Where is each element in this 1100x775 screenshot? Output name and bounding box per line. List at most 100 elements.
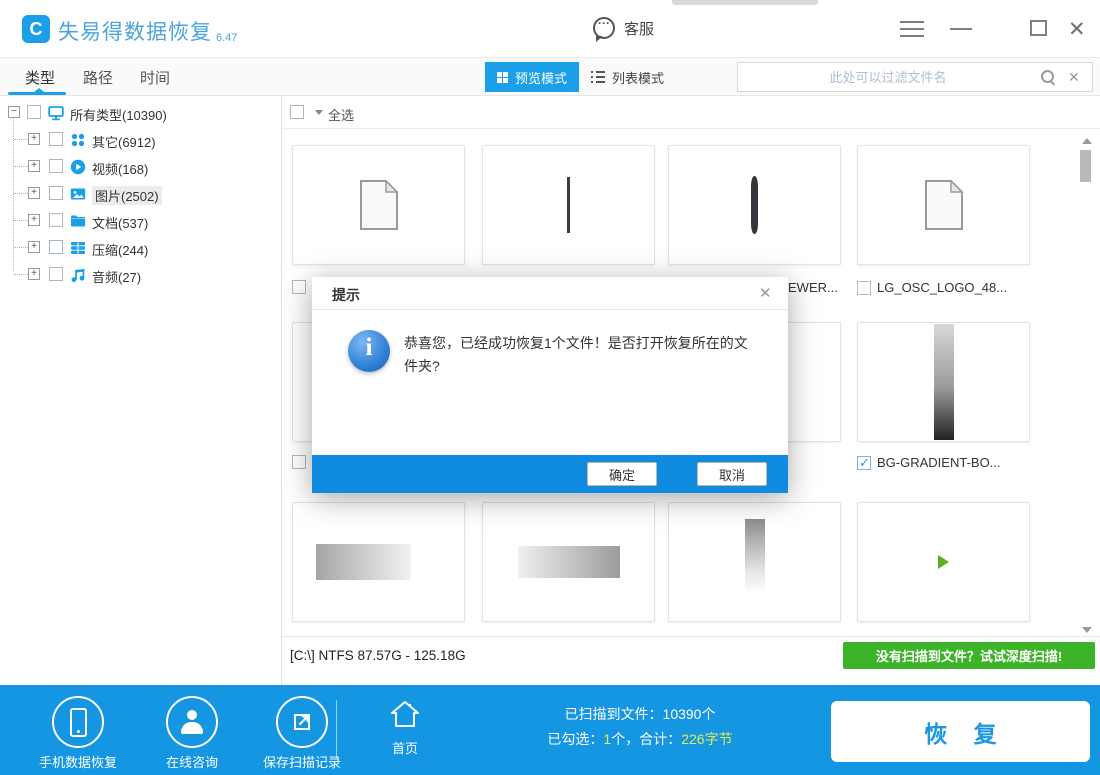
info-icon bbox=[348, 330, 390, 372]
app-version: 6.47 bbox=[216, 32, 237, 46]
select-all-label[interactable]: 全选 bbox=[328, 105, 354, 124]
gradient-bar-thumbnail bbox=[316, 544, 411, 580]
maximize-icon[interactable] bbox=[1030, 20, 1047, 36]
list-view-icon bbox=[591, 71, 605, 83]
search-input[interactable] bbox=[748, 70, 1028, 85]
active-tab-indicator bbox=[8, 92, 66, 95]
checkbox[interactable] bbox=[49, 132, 63, 146]
minimize-icon[interactable] bbox=[950, 28, 972, 30]
file-thumbnail[interactable] bbox=[482, 145, 655, 265]
save-scan-record-button[interactable]: 保存扫描记录 bbox=[246, 696, 358, 771]
tree-item-label[interactable]: 所有类型(10390) bbox=[70, 105, 167, 124]
tree-item-label[interactable]: 其它(6912) bbox=[92, 132, 156, 151]
expand-icon[interactable]: + bbox=[28, 241, 40, 253]
ok-button[interactable]: 确定 bbox=[587, 462, 657, 486]
tree-connector-stub bbox=[14, 139, 28, 140]
file-thumbnail[interactable] bbox=[292, 145, 465, 265]
customer-service-button[interactable]: 客服 bbox=[593, 17, 654, 39]
checkbox[interactable] bbox=[49, 213, 63, 227]
file-thumbnail[interactable] bbox=[482, 502, 655, 622]
file-name[interactable]: BG-GRADIENT-BO... bbox=[877, 455, 1001, 470]
tree-item-all-types[interactable]: − 所有类型(10390) bbox=[0, 102, 281, 124]
scan-stats: 已扫描到文件：10390个 已勾选：1个，合计：226字节 bbox=[532, 702, 748, 752]
list-mode-button[interactable]: 列表模式 bbox=[591, 62, 664, 92]
select-all-checkbox[interactable] bbox=[290, 105, 304, 119]
file-thumbnail[interactable] bbox=[668, 502, 841, 622]
dialog-close-icon[interactable] bbox=[759, 284, 775, 302]
tree-item-archive[interactable]: + 压缩(244) bbox=[0, 237, 281, 259]
tree-item-label[interactable]: 图片(2502) bbox=[92, 186, 162, 205]
file-name-row bbox=[292, 455, 306, 469]
file-name-row: BG-GRADIENT-BO... bbox=[857, 455, 1001, 470]
expand-icon[interactable]: + bbox=[28, 160, 40, 172]
file-thumbnail[interactable] bbox=[857, 322, 1030, 442]
thumbnail-bar bbox=[751, 176, 758, 234]
tree-item-label[interactable]: 音频(27) bbox=[92, 267, 141, 286]
tree-item-video[interactable]: + 视频(168) bbox=[0, 156, 281, 178]
file-thumbnail[interactable] bbox=[857, 145, 1030, 265]
menu-icon[interactable] bbox=[900, 21, 924, 37]
tree-item-document[interactable]: + 文档(537) bbox=[0, 210, 281, 232]
tree-item-image[interactable]: + 图片(2502) bbox=[0, 183, 281, 205]
divider bbox=[282, 636, 1100, 637]
expand-icon[interactable]: + bbox=[28, 214, 40, 226]
tree-item-other[interactable]: + 其它(6912) bbox=[0, 129, 281, 151]
scrollbar-up-icon[interactable] bbox=[1082, 138, 1092, 144]
file-checkbox[interactable] bbox=[857, 281, 871, 295]
file-name[interactable]: LG_OSC_LOGO_48... bbox=[877, 280, 1007, 295]
online-consult-button[interactable]: 在线咨询 bbox=[136, 696, 248, 771]
file-checkbox[interactable] bbox=[292, 280, 306, 294]
file-checkbox[interactable] bbox=[292, 455, 306, 469]
tab-type[interactable]: 类型 bbox=[25, 67, 55, 88]
app-title: 失易得数据恢复 bbox=[58, 16, 212, 46]
grid-view-icon bbox=[497, 72, 508, 83]
tree-item-label[interactable]: 视频(168) bbox=[92, 159, 148, 178]
tree-item-audio[interactable]: + 音频(27) bbox=[0, 264, 281, 286]
checkbox[interactable] bbox=[49, 240, 63, 254]
expand-icon[interactable]: + bbox=[28, 268, 40, 280]
tab-path[interactable]: 路径 bbox=[83, 67, 113, 88]
close-icon[interactable] bbox=[1068, 17, 1092, 39]
file-thumbnail[interactable] bbox=[857, 502, 1030, 622]
document-icon bbox=[359, 179, 399, 231]
file-name-partial[interactable]: EWER... bbox=[788, 280, 838, 295]
recover-button[interactable]: 恢 复 bbox=[831, 701, 1090, 762]
expand-icon[interactable]: + bbox=[28, 133, 40, 145]
tree-connector-stub bbox=[14, 274, 28, 275]
file-thumbnail[interactable] bbox=[668, 145, 841, 265]
scrollbar-down-icon[interactable] bbox=[1082, 627, 1092, 633]
preview-mode-label: 预览模式 bbox=[515, 68, 567, 87]
tab-time[interactable]: 时间 bbox=[140, 67, 170, 88]
list-mode-label: 列表模式 bbox=[612, 68, 664, 87]
circle-outline bbox=[276, 696, 328, 748]
home-button[interactable]: 首页 bbox=[372, 699, 438, 757]
checkbox[interactable] bbox=[27, 105, 41, 119]
video-play-icon bbox=[70, 159, 86, 175]
checkbox[interactable] bbox=[49, 186, 63, 200]
tab-bar: 类型 路径 时间 预览模式 列表模式 bbox=[0, 58, 1100, 96]
checkbox[interactable] bbox=[49, 267, 63, 281]
circle-outline bbox=[166, 696, 218, 748]
tree-connector-stub bbox=[14, 220, 28, 221]
expand-icon[interactable]: + bbox=[28, 187, 40, 199]
phone-recovery-button[interactable]: 手机数据恢复 bbox=[22, 696, 134, 771]
deep-scan-button[interactable]: 没有扫描到文件？试试深度扫描! bbox=[843, 642, 1095, 669]
chevron-down-icon[interactable] bbox=[315, 110, 323, 115]
tree-item-label[interactable]: 文档(537) bbox=[92, 213, 148, 232]
preview-mode-button[interactable]: 预览模式 bbox=[485, 62, 579, 92]
action-label: 保存扫描记录 bbox=[246, 752, 358, 771]
top-tab-remnant bbox=[672, 0, 818, 5]
cancel-button[interactable]: 取消 bbox=[697, 462, 767, 486]
gradient-bar-thumbnail bbox=[934, 324, 954, 440]
play-triangle-thumbnail bbox=[938, 555, 949, 569]
music-note-icon bbox=[70, 267, 86, 283]
clear-search-icon[interactable] bbox=[1068, 69, 1082, 85]
checkbox[interactable] bbox=[49, 159, 63, 173]
collapse-icon[interactable]: − bbox=[8, 106, 20, 118]
divider bbox=[336, 700, 337, 758]
tree-item-label[interactable]: 压缩(244) bbox=[92, 240, 148, 259]
search-icon[interactable] bbox=[1040, 69, 1056, 85]
scrollbar-thumb[interactable] bbox=[1080, 150, 1091, 182]
file-thumbnail[interactable] bbox=[292, 502, 465, 622]
file-checkbox-checked[interactable] bbox=[857, 456, 871, 470]
